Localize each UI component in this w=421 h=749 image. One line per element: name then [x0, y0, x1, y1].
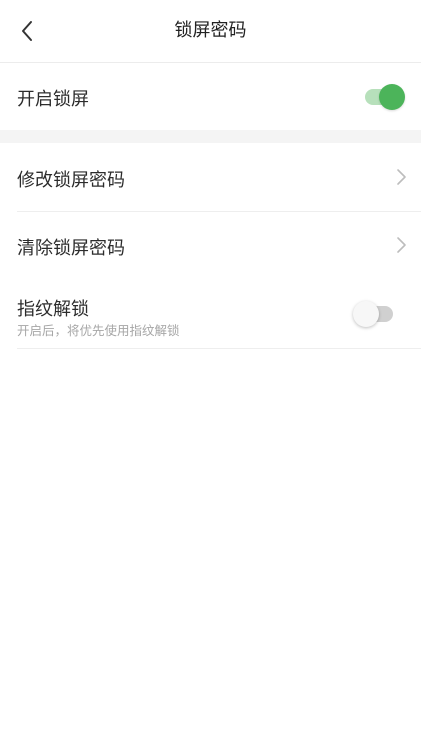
setting-label-clear-password: 清除锁屏密码	[17, 238, 125, 259]
setting-label-enable-lock: 开启锁屏	[17, 89, 89, 110]
divider	[17, 348, 421, 349]
setting-label-fingerprint: 指纹解锁	[17, 299, 89, 320]
section-gap	[0, 130, 421, 143]
toggle-knob	[379, 84, 405, 110]
setting-row-enable-lock[interactable]: 开启锁屏	[0, 63, 421, 130]
toggle-knob	[353, 301, 379, 327]
setting-row-fingerprint[interactable]: 指纹解锁 开启后，将优先使用指纹解锁	[0, 280, 421, 348]
chevron-right-icon	[397, 237, 406, 253]
setting-row-change-password[interactable]: 修改锁屏密码	[0, 143, 421, 211]
fingerprint-toggle[interactable]	[353, 301, 393, 327]
setting-label-change-password: 修改锁屏密码	[17, 170, 125, 191]
top-bar: 锁屏密码	[0, 0, 421, 63]
enable-lock-toggle[interactable]	[365, 84, 405, 110]
chevron-right-icon	[397, 169, 406, 185]
setting-row-clear-password[interactable]: 清除锁屏密码	[0, 212, 421, 280]
setting-subtitle-fingerprint: 开启后，将优先使用指纹解锁	[17, 323, 180, 338]
page-title: 锁屏密码	[174, 20, 247, 41]
